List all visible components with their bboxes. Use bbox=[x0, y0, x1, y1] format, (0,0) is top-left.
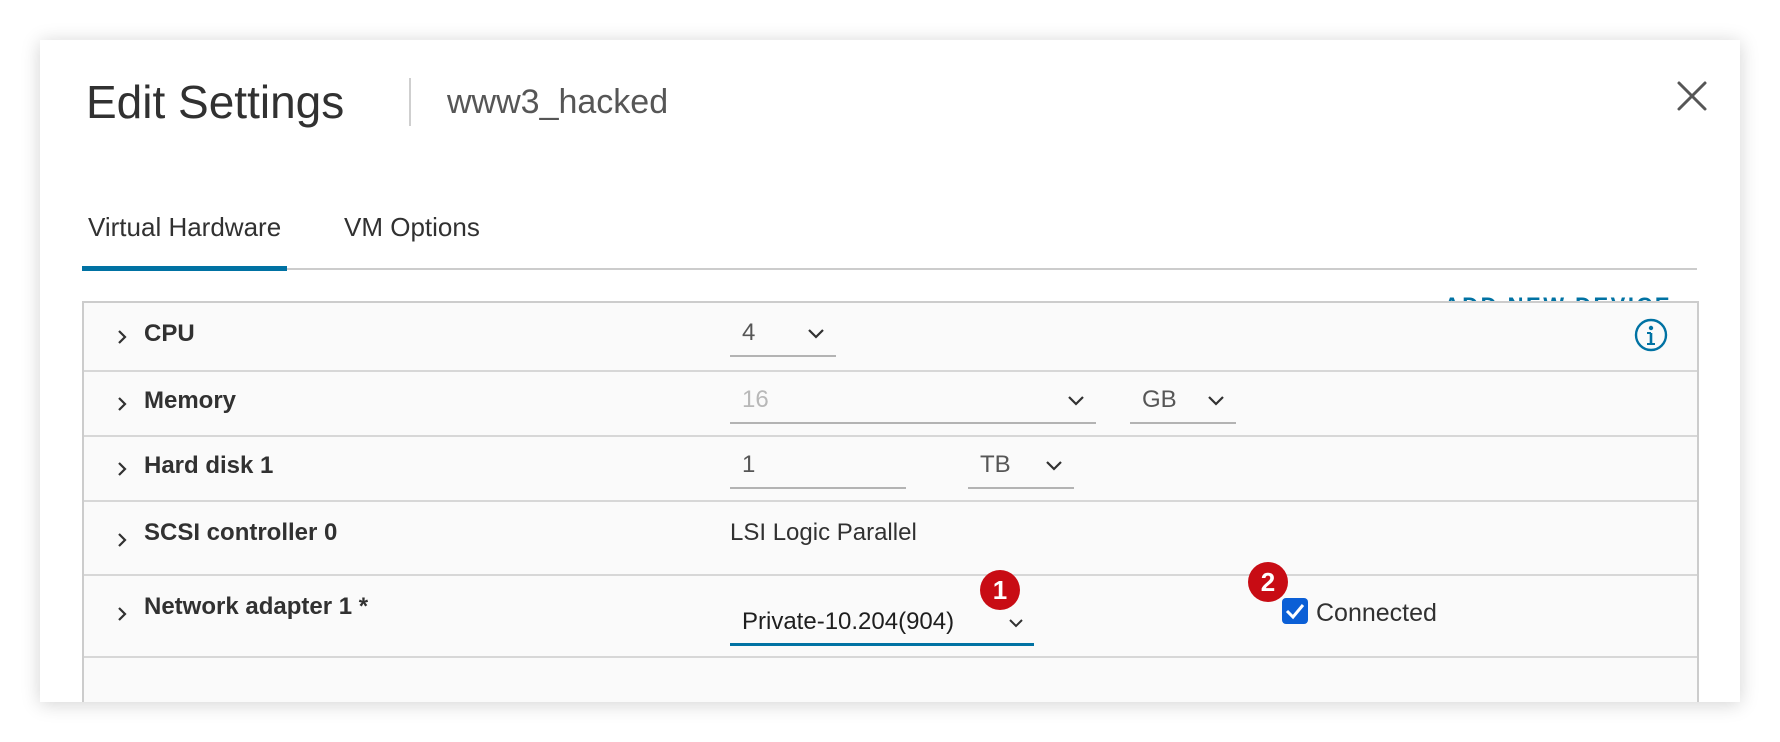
annotation-badge-2: 2 bbox=[1248, 562, 1288, 602]
cpu-label: CPU bbox=[144, 320, 195, 347]
annotation-badge-1: 1 bbox=[980, 570, 1020, 610]
edit-settings-dialog: Edit Settings www3_hacked Virtual Hardwa… bbox=[40, 40, 1740, 702]
hardware-row-scsi-controller: SCSI controller 0 LSI Logic Parallel bbox=[84, 502, 1697, 576]
title-divider bbox=[409, 78, 411, 126]
scsi-controller-label: SCSI controller 0 bbox=[144, 519, 338, 546]
tab-vm-options[interactable]: VM Options bbox=[344, 208, 480, 246]
tab-virtual-hardware[interactable]: Virtual Hardware bbox=[82, 208, 288, 271]
chevron-down-icon bbox=[1068, 396, 1084, 406]
chevron-right-icon[interactable] bbox=[114, 329, 130, 345]
chevron-down-icon bbox=[1009, 619, 1023, 628]
vm-name: www3_hacked bbox=[447, 83, 669, 121]
memory-value: 16 bbox=[742, 386, 769, 413]
hardware-row-network-adapter: Network adapter 1 * Private-10.204(904) … bbox=[84, 562, 1697, 658]
chevron-right-icon[interactable] bbox=[114, 606, 130, 622]
chevron-down-icon bbox=[1046, 461, 1062, 471]
hard-disk-size-input[interactable]: 1 bbox=[730, 445, 906, 489]
dialog-title: Edit Settings bbox=[86, 76, 345, 128]
memory-unit-select[interactable]: GB bbox=[1130, 380, 1236, 424]
memory-unit: GB bbox=[1142, 386, 1177, 413]
network-value: Private-10.204(904) bbox=[742, 608, 955, 635]
chevron-right-icon[interactable] bbox=[114, 396, 130, 412]
hardware-grid: CPU 4 Memory 16 GB Hard disk 1 1 TB SCSI… bbox=[82, 301, 1699, 702]
close-icon bbox=[1677, 81, 1707, 111]
connected-label: Connected bbox=[1316, 599, 1437, 627]
hardware-row-cpu: CPU 4 bbox=[84, 303, 1697, 372]
close-button[interactable] bbox=[1674, 78, 1710, 114]
memory-label: Memory bbox=[144, 387, 237, 414]
scsi-controller-type: LSI Logic Parallel bbox=[730, 519, 917, 546]
tab-bar: Virtual Hardware VM Options bbox=[82, 200, 1697, 271]
hard-disk-unit: TB bbox=[980, 451, 1011, 478]
hardware-row-hard-disk: Hard disk 1 1 TB bbox=[84, 437, 1697, 502]
cpu-value: 4 bbox=[742, 319, 756, 346]
info-icon[interactable] bbox=[1633, 317, 1669, 353]
hard-disk-label: Hard disk 1 bbox=[144, 452, 274, 479]
chevron-down-icon bbox=[808, 329, 824, 339]
hard-disk-value: 1 bbox=[742, 451, 756, 478]
checkmark-icon bbox=[1285, 604, 1305, 620]
chevron-right-icon[interactable] bbox=[114, 532, 130, 548]
chevron-down-icon bbox=[1208, 396, 1224, 406]
connected-checkbox[interactable] bbox=[1282, 598, 1308, 624]
dialog-header: Edit Settings www3_hacked bbox=[86, 70, 1740, 140]
chevron-right-icon[interactable] bbox=[114, 461, 130, 477]
network-adapter-label: Network adapter 1 * bbox=[144, 593, 369, 620]
memory-select[interactable]: 16 bbox=[730, 380, 1096, 424]
cpu-select[interactable]: 4 bbox=[730, 313, 836, 357]
hard-disk-unit-select[interactable]: TB bbox=[968, 445, 1074, 489]
hardware-row-memory: Memory 16 GB bbox=[84, 372, 1697, 437]
